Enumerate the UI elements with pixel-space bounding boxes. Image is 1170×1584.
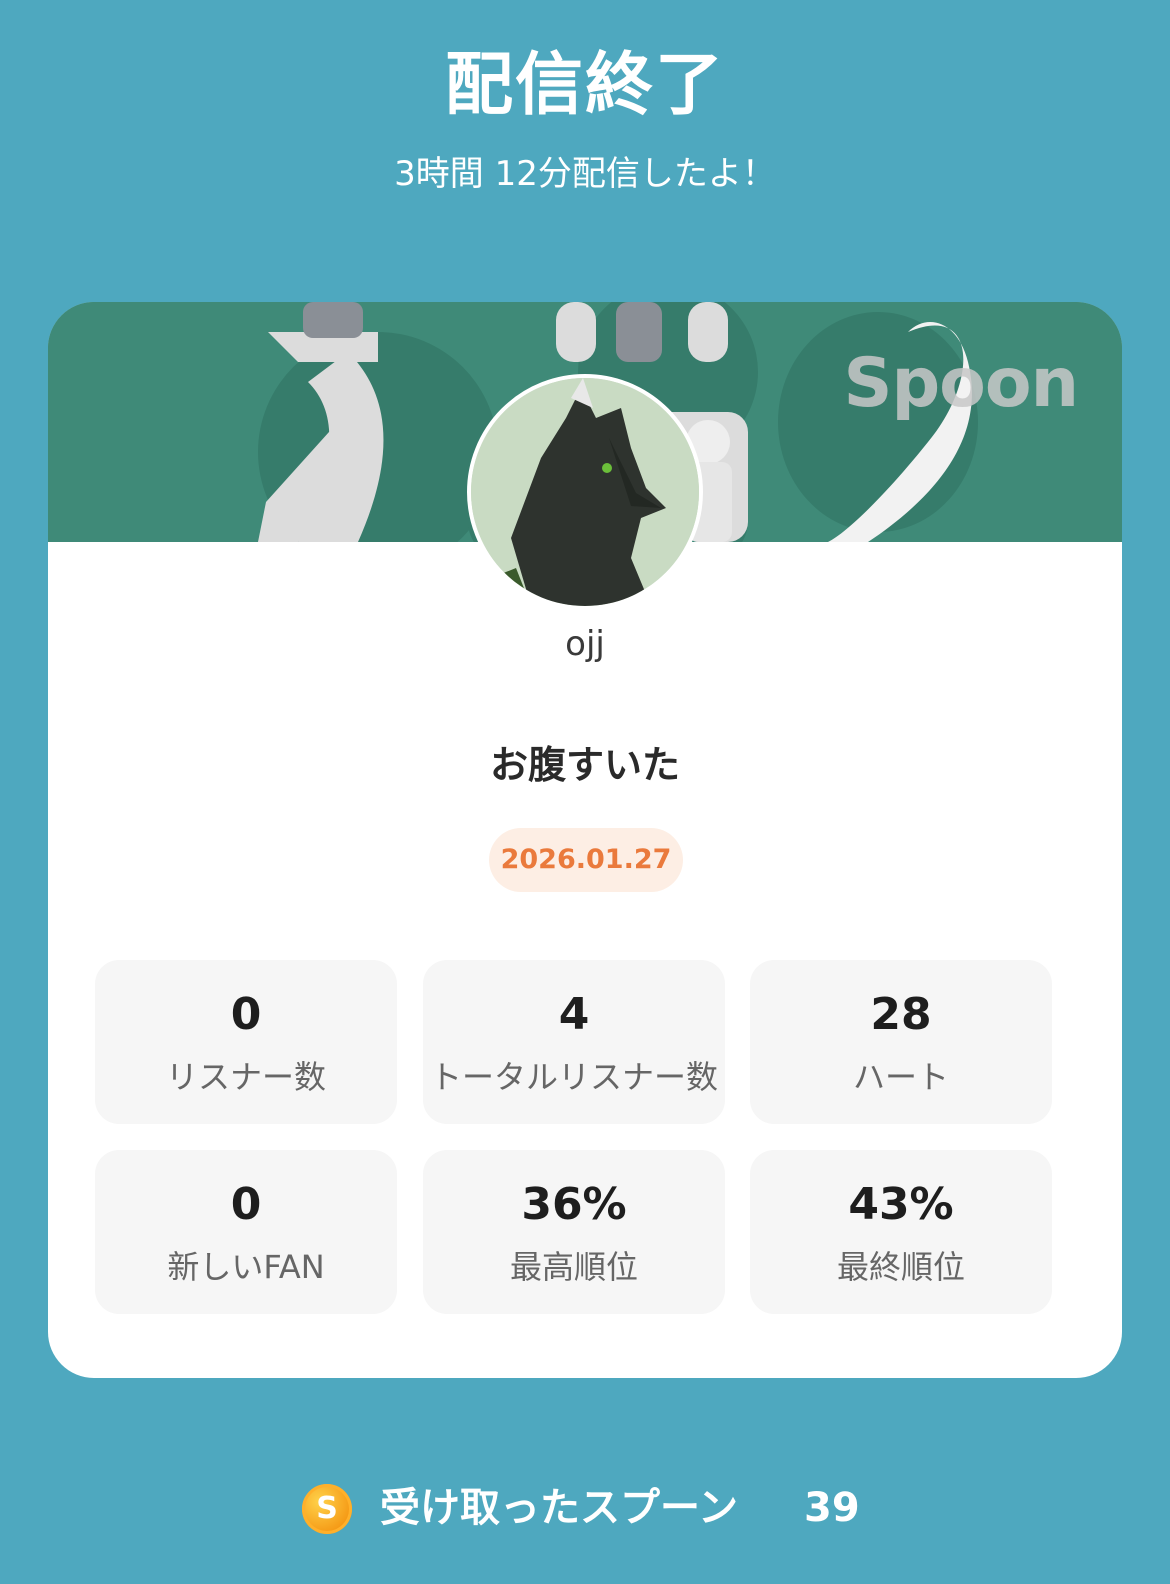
stat-total-listeners: 4 トータルリスナー数 — [423, 960, 725, 1124]
stat-value: 4 — [558, 989, 590, 1040]
stat-label: ハート — [852, 1058, 949, 1096]
stat-hearts: 28 ハート — [750, 960, 1052, 1124]
received-spoons: S 受け取ったスプーン 39 — [0, 1478, 1170, 1538]
stat-highest-rank: 36% 最高順位 — [423, 1150, 725, 1314]
date-badge: 2026.01.27 — [489, 828, 683, 892]
live-title: お腹すいた — [489, 743, 680, 787]
stat-label: トータルリスナー数 — [429, 1058, 718, 1096]
stat-value: 0 — [230, 1179, 262, 1230]
stat-new-fans: 0 新しいFAN — [95, 1150, 397, 1314]
received-spoons-label: 受け取ったスプーン — [380, 1485, 738, 1531]
stat-value: 0 — [230, 989, 262, 1040]
stat-listeners: 0 リスナー数 — [95, 960, 397, 1124]
live-summary-card: Spoon ojj お腹すいた 2026.01.27 0 リスナー数 4 トータ… — [48, 302, 1122, 1378]
username: ojj — [565, 624, 605, 664]
stat-value: 28 — [870, 989, 932, 1040]
page-title: 配信終了 — [444, 46, 725, 125]
broadcast-duration: 3時間 12分配信したよ！ — [394, 154, 776, 194]
wolf-avatar-icon — [471, 378, 699, 606]
spoon-logo: Spoon — [843, 344, 1079, 423]
stat-value: 36% — [521, 1179, 627, 1230]
stat-value: 43% — [848, 1179, 954, 1230]
stat-final-rank: 43% 最終順位 — [750, 1150, 1052, 1314]
stat-label: 最終順位 — [836, 1248, 965, 1286]
stat-label: 新しいFAN — [167, 1248, 325, 1286]
received-spoons-count: 39 — [804, 1485, 860, 1531]
spoon-coin-icon: S — [302, 1484, 352, 1534]
avatar[interactable] — [467, 374, 703, 610]
stat-label: 最高順位 — [509, 1248, 638, 1286]
stat-label: リスナー数 — [165, 1058, 326, 1096]
